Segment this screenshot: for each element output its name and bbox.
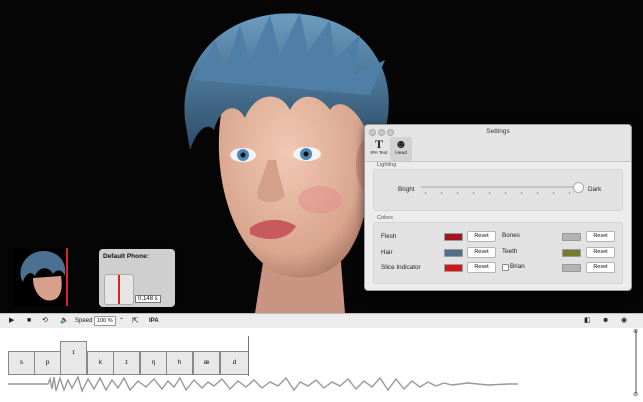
speed-stepper[interactable]: ⌃: [119, 316, 124, 326]
bright-label: Bright: [398, 186, 415, 193]
popover-title: Default Phone:: [103, 253, 149, 260]
phoneme-block[interactable]: s: [8, 351, 35, 375]
colors-group-title: Colors: [377, 215, 393, 221]
vertical-scrollbar[interactable]: [635, 330, 637, 394]
phoneme-block[interactable]: ŋ: [140, 351, 167, 375]
ipa-button[interactable]: IPA: [149, 316, 159, 326]
default-phone-popover: Default Phone: 0,148 s: [99, 249, 175, 307]
text-icon: T: [374, 137, 383, 151]
tab-head[interactable]: ☻ Head: [390, 137, 412, 161]
slice-indicator-reset-button[interactable]: Reset: [467, 262, 496, 273]
bones-label: Bones: [502, 232, 520, 239]
phoneme-timeline[interactable]: s p ɪ k ɪ ŋ h æ d ⊕ ⊖: [0, 328, 643, 402]
settings-window: Settings T IPA Text ☻ Head Lighting Brig…: [364, 124, 632, 291]
tab-ipa-text[interactable]: T IPA Text: [368, 137, 390, 161]
loop-icon[interactable]: ⟲: [42, 316, 48, 326]
export-icon[interactable]: ⇱: [132, 316, 139, 326]
bones-reset-button[interactable]: Reset: [586, 231, 615, 242]
slice-indicator-line: [66, 248, 68, 306]
teeth-reset-button[interactable]: Reset: [586, 247, 615, 258]
lighting-group-title: Lighting: [377, 162, 397, 168]
speed-label: Speed: [75, 318, 93, 324]
brian-color-well[interactable]: [562, 264, 581, 272]
zoom-out-icon[interactable]: ⊖: [633, 391, 638, 398]
brian-checkbox[interactable]: [502, 264, 509, 271]
tab-head-label: Head: [395, 151, 407, 156]
3d-viewport[interactable]: Default Phone: 0,148 s Settings T IPA Te…: [0, 0, 643, 313]
phoneme-block[interactable]: k: [87, 351, 114, 375]
hair-color-well[interactable]: [444, 249, 463, 257]
hair-reset-button[interactable]: Reset: [467, 247, 496, 258]
brian-label: Brian: [510, 263, 525, 270]
flesh-label: Flesh: [381, 233, 397, 240]
flesh-reset-button[interactable]: Reset: [467, 231, 496, 242]
lighting-slider-knob[interactable]: [573, 182, 584, 193]
speaker-icon[interactable]: 🔈: [60, 316, 69, 326]
phoneme-block[interactable]: ɪ: [113, 351, 140, 375]
speed-value-field[interactable]: 100 %: [94, 316, 116, 326]
slice-indicator-label: Slice Indicator: [381, 264, 421, 271]
zoom-in-icon[interactable]: ⊕: [633, 328, 638, 335]
audio-settings-icon[interactable]: ◧: [584, 316, 591, 326]
phone-time: 0,148 s: [135, 295, 161, 303]
phone-preview[interactable]: [104, 274, 134, 305]
lighting-slider[interactable]: [421, 186, 578, 188]
phoneme-block[interactable]: d: [220, 351, 249, 375]
settings-toolbar: T IPA Text ☻ Head: [365, 137, 631, 162]
phoneme-block[interactable]: h: [166, 351, 193, 375]
slice-indicator-color-well[interactable]: [444, 264, 463, 272]
settings-titlebar: Settings: [365, 125, 631, 137]
hair-label: Hair: [381, 249, 393, 256]
audio-waveform: [8, 375, 518, 393]
brian-reset-button[interactable]: Reset: [586, 262, 615, 273]
play-icon[interactable]: ▶: [9, 316, 14, 326]
teeth-color-well[interactable]: [562, 249, 581, 257]
phoneme-block[interactable]: æ: [193, 351, 220, 375]
phoneme-block-selected[interactable]: ɪ: [60, 341, 87, 375]
tab-ipa-text-label: IPA Text: [370, 151, 388, 156]
head-thumbnail: [13, 248, 69, 306]
teeth-label: Teeth: [502, 248, 518, 255]
head-view-icon[interactable]: ☻: [602, 316, 609, 326]
playhead[interactable]: [248, 336, 249, 376]
dark-label: Dark: [588, 186, 602, 193]
bones-color-well[interactable]: [562, 233, 581, 241]
playback-toolbar: ▶ ■ ⟲ 🔈 Speed 100 % ⌃ ⇱ IPA ◧ ☻ ◉: [0, 313, 643, 328]
phoneme-block[interactable]: p: [34, 351, 61, 375]
stop-icon[interactable]: ■: [27, 316, 31, 326]
head-icon: ☻: [394, 137, 408, 151]
settings-title: Settings: [486, 128, 510, 135]
eye-icon[interactable]: ◉: [621, 316, 627, 326]
flesh-color-well[interactable]: [444, 233, 463, 241]
